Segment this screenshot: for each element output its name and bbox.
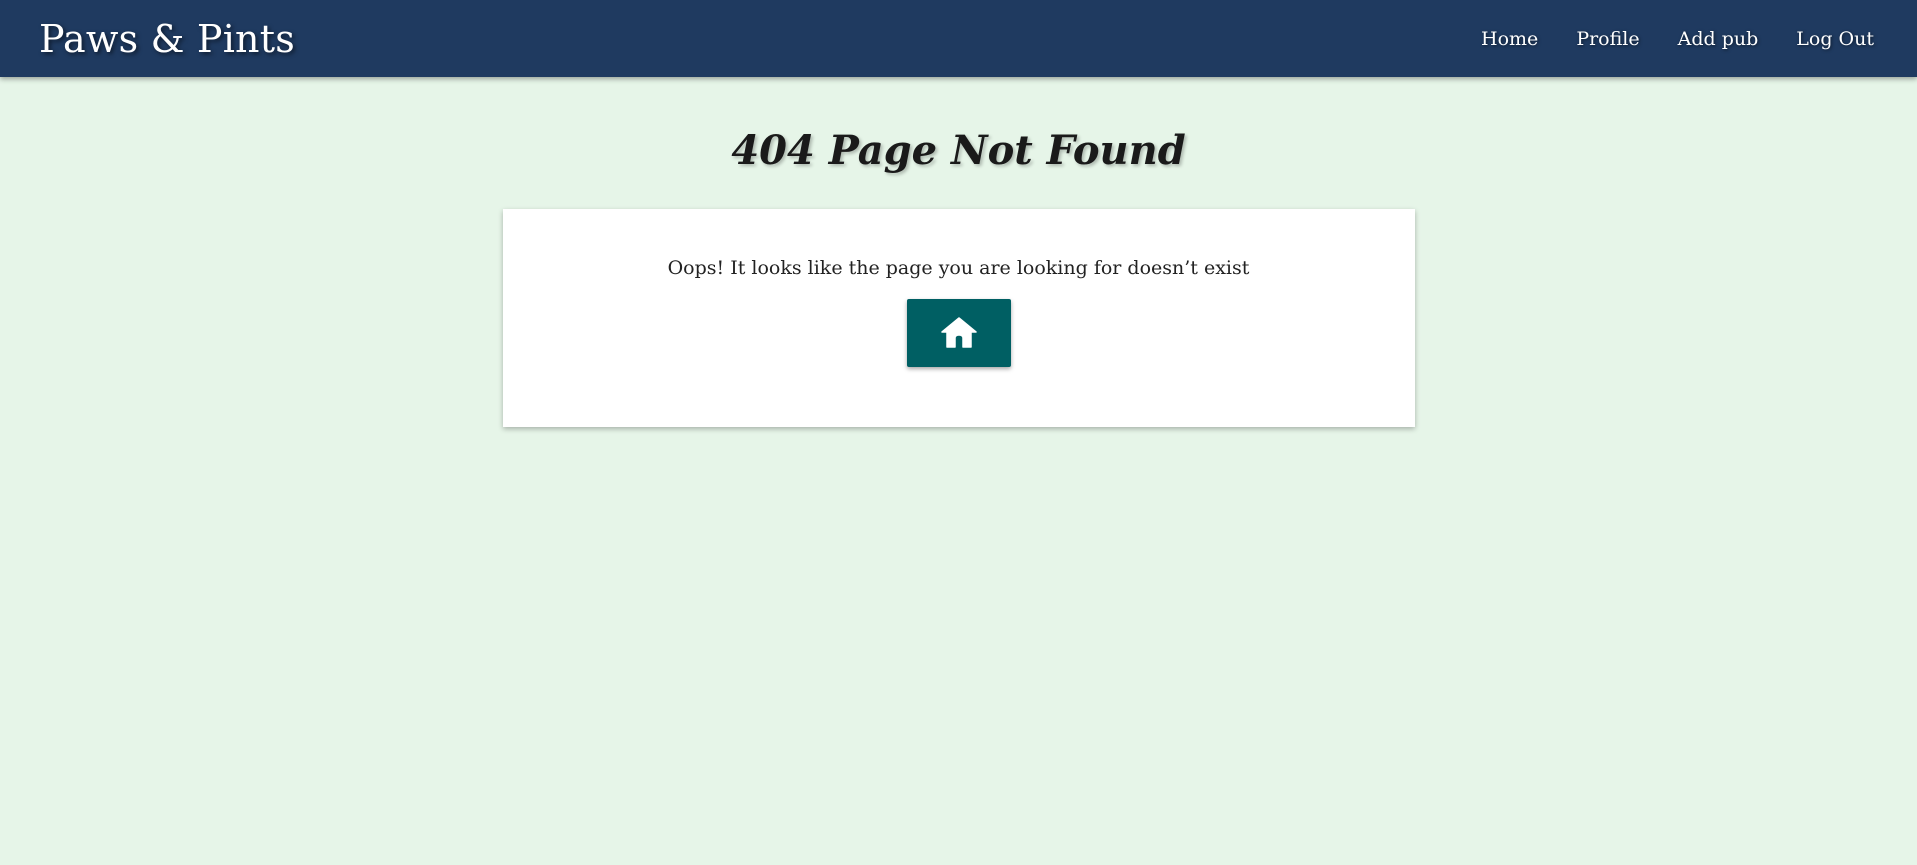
nav-link-log-out[interactable]: Log Out	[1796, 28, 1874, 50]
error-message: Oops! It looks like the page you are loo…	[667, 257, 1250, 279]
page-title: 404 Page Not Found	[731, 127, 1186, 174]
error-card: Oops! It looks like the page you are loo…	[502, 209, 1415, 427]
navbar: Paws & Pints Home Profile Add pub Log Ou…	[0, 0, 1917, 77]
home-icon	[940, 317, 977, 348]
brand-logo[interactable]: Paws & Pints	[39, 17, 295, 61]
nav-link-add-pub[interactable]: Add pub	[1678, 28, 1759, 50]
home-button[interactable]	[906, 299, 1011, 367]
nav-link-profile[interactable]: Profile	[1576, 28, 1639, 50]
nav-link-home[interactable]: Home	[1481, 28, 1538, 50]
nav-links: Home Profile Add pub Log Out	[1481, 28, 1874, 50]
